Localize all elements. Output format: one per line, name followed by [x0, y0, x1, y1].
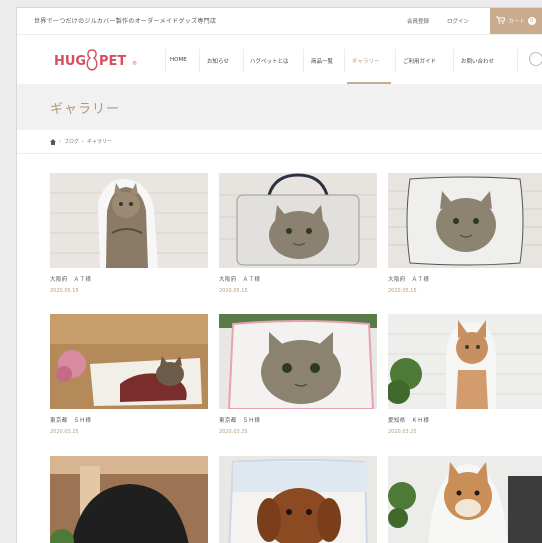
gallery-card-title: 東京都 ＳＨ様	[219, 418, 261, 424]
gallery-image[interactable]	[388, 173, 542, 268]
divider	[17, 153, 542, 154]
gallery-image[interactable]	[50, 456, 208, 543]
browser-page: 世界で一つだけのジルカバー製作のオーダーメイドグッズ専門店 会員登録 ログイン …	[17, 8, 542, 543]
gallery-card-date: 2020.05.15	[219, 288, 248, 294]
site-logo[interactable]: HUG PET ®	[54, 47, 144, 73]
search-icon[interactable]	[529, 52, 542, 66]
gallery-card[interactable]	[388, 456, 542, 543]
home-icon[interactable]	[50, 138, 56, 145]
svg-text:®: ®	[132, 60, 137, 67]
gallery-card-date: 2020.05.15	[50, 288, 79, 294]
nav-gallery[interactable]: ギャラリー	[352, 57, 380, 65]
nav-home[interactable]: HOME	[170, 57, 187, 63]
login-link[interactable]: ログイン	[447, 17, 469, 25]
register-link[interactable]: 会員登録	[407, 17, 429, 25]
gallery-card-date: 2020.03.25	[219, 429, 248, 435]
gallery-card-title: 東京都 ＳＨ様	[50, 418, 92, 424]
breadcrumb-current: ギャラリー	[87, 139, 113, 145]
nav-guide[interactable]: ご利用ガイド	[403, 57, 436, 65]
page-header: ギャラリー	[17, 84, 542, 130]
gallery-image[interactable]	[219, 173, 377, 268]
cart-icon	[496, 16, 506, 26]
gallery-card-date: 2020.03.25	[388, 429, 417, 435]
nav-products[interactable]: 商品一覧	[311, 57, 333, 65]
gallery-card-title: 大阪府 ＡＴ様	[388, 277, 430, 283]
gallery-card-title: 大阪府 ＡＴ様	[219, 277, 261, 283]
svg-text:HUG: HUG	[54, 54, 86, 69]
breadcrumb-blog[interactable]: ブログ	[64, 138, 79, 145]
gallery-card[interactable]	[219, 456, 377, 543]
gallery-image[interactable]	[219, 456, 377, 543]
gallery-card[interactable]: 東京都 ＳＨ様 2020.03.25	[219, 314, 377, 435]
gallery-card[interactable]	[50, 456, 208, 543]
nav-contact[interactable]: お問い合わせ	[461, 57, 494, 65]
gallery-card[interactable]: 愛知県 ＫＨ様 2020.03.25	[388, 314, 542, 435]
gallery-image[interactable]	[219, 314, 377, 409]
top-bar: 世界で一つだけのジルカバー製作のオーダーメイドグッズ専門店 会員登録 ログイン …	[17, 8, 542, 34]
gallery-card-date: 2020.03.25	[50, 429, 79, 435]
gallery-card[interactable]: 大阪府 ＡＴ様 2020.05.15	[388, 173, 542, 294]
cart-button[interactable]: カート 0	[490, 8, 542, 34]
gallery-card[interactable]: 大阪府 ＡＴ様 2020.05.15	[50, 173, 208, 294]
gallery-card[interactable]: 東京都 ＳＨ様 2020.03.25	[50, 314, 208, 435]
gallery-card[interactable]: 大阪府 ＡＴ様 2020.05.15	[219, 173, 377, 294]
gallery-card-title: 大阪府 ＡＴ様	[50, 277, 92, 283]
main-navigation: HUG PET ® HOME お知らせ ハグペットとは 商品一覧 ギャラリー ご…	[17, 34, 542, 85]
gallery-card-title: 愛知県 ＫＨ様	[388, 418, 430, 424]
gallery-card-date: 2020.05.15	[388, 288, 417, 294]
site-tagline: 世界で一つだけのジルカバー製作のオーダーメイドグッズ専門店	[34, 18, 217, 25]
svg-text:PET: PET	[99, 54, 126, 69]
gallery-image[interactable]	[50, 314, 208, 409]
nav-about[interactable]: ハグペットとは	[250, 57, 289, 65]
gallery-image[interactable]	[388, 456, 542, 543]
cart-count-badge: 0	[527, 17, 536, 25]
breadcrumb: › ブログ › ギャラリー	[50, 138, 112, 145]
page-title: ギャラリー	[50, 102, 121, 117]
gallery-image[interactable]	[50, 173, 208, 268]
nav-news[interactable]: お知らせ	[207, 57, 229, 65]
gallery-image[interactable]	[388, 314, 542, 409]
